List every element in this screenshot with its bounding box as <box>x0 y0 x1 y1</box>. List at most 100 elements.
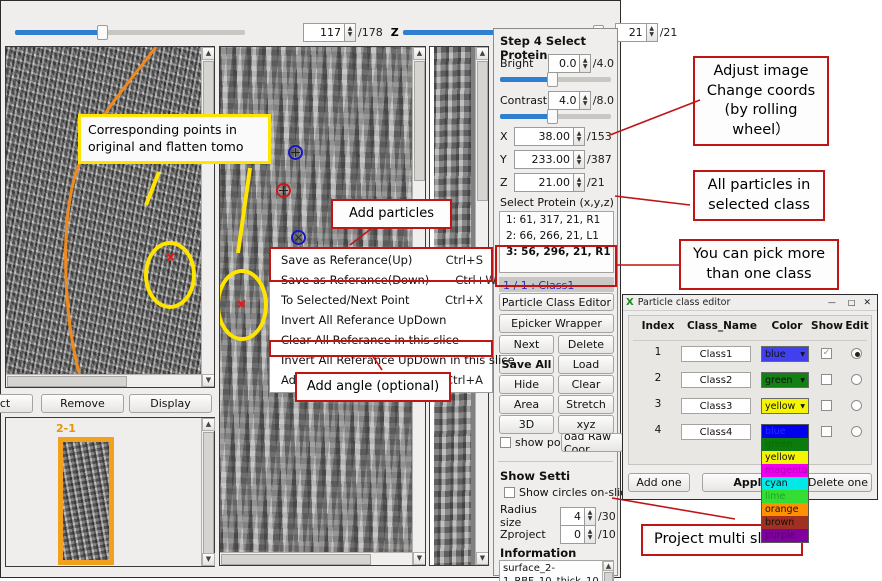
particle-thumbnail-strip[interactable]: 2-1 ▲ ▼ <box>5 417 215 567</box>
color-select[interactable]: green ▼ <box>761 372 809 388</box>
color-select[interactable]: yellow ▼ <box>761 398 809 414</box>
hide-button[interactable]: Hide <box>499 375 554 394</box>
bright-slider[interactable] <box>500 72 611 87</box>
dropdown-option[interactable]: yellow <box>762 451 808 464</box>
dropdown-option[interactable]: blue <box>762 425 808 438</box>
edit-radio[interactable] <box>851 374 862 385</box>
thumbnail-strip-vscrollbar[interactable]: ▲ ▼ <box>201 418 215 566</box>
particle-marker-blue-cross[interactable] <box>291 230 306 245</box>
particle-class-editor-button[interactable]: Particle Class Editor <box>499 293 614 311</box>
y-spinner[interactable]: ▲ ▼ <box>574 150 585 169</box>
table-row: 3 Class3 yellow ▼ <box>629 398 871 420</box>
slice-spinner[interactable]: ▲ ▼ <box>345 22 356 42</box>
edit-radio[interactable] <box>851 426 862 437</box>
next-button[interactable]: Next <box>499 335 554 354</box>
show-point-checkbox[interactable] <box>500 437 511 448</box>
clear-button[interactable]: Clear <box>558 375 614 394</box>
color-label: green <box>765 374 793 386</box>
flattened-view-hscrollbar[interactable] <box>220 552 412 565</box>
class-name-input[interactable]: Class1 <box>681 346 751 362</box>
contrast-spinner[interactable]: ▲ ▼ <box>580 91 591 110</box>
slice-value-input[interactable]: 117 <box>303 22 345 42</box>
menu-item-invert-slice[interactable]: Invert All Referance UpDown in this slic… <box>270 350 515 370</box>
particle-class-editor-dialog[interactable]: X Particle class editor — □ ✕ Index Clas… <box>622 294 878 543</box>
dialog-titlebar[interactable]: X Particle class editor — □ ✕ <box>623 295 877 311</box>
radius-size-input[interactable]: 4 <box>560 506 585 526</box>
bright-label: Bright <box>500 57 534 70</box>
information-vscrollbar[interactable]: ▲ ▼ <box>602 561 613 581</box>
threed-button[interactable]: 3D <box>499 415 554 434</box>
information-textbox[interactable]: surface_2-1_RBF_10_thick_10_result.mrc m… <box>499 560 614 581</box>
dropdown-option[interactable]: green <box>762 438 808 451</box>
show-checkbox[interactable]: ✓ <box>821 348 832 359</box>
list-item[interactable]: 1: 61, 317, 21, R1 <box>500 212 613 228</box>
stretch-button[interactable]: Stretch <box>558 395 614 414</box>
menu-item-to-next-point[interactable]: To Selected/Next Point Ctrl+X <box>270 290 492 310</box>
contrast-slider[interactable] <box>500 109 611 124</box>
menu-item-save-up[interactable]: Save as Referance(Up) Ctrl+S <box>270 250 492 270</box>
load-raw-coord-button[interactable]: oad Raw Coor <box>561 433 623 452</box>
contrast-input[interactable]: 4.0 <box>548 91 581 110</box>
radius-size-spinner[interactable]: ▲ ▼ <box>585 506 596 526</box>
class-name-input[interactable]: Class2 <box>681 372 751 388</box>
delete-button[interactable]: Delete <box>558 335 614 354</box>
epicker-wrapper-button[interactable]: Epicker Wrapper <box>499 314 614 333</box>
zproject-input[interactable]: 0 <box>560 525 585 544</box>
add-one-button[interactable]: Add one <box>628 473 690 492</box>
thumbnail-group-label: 2-1 <box>56 422 76 435</box>
selected-class-display[interactable]: 1 / 1 : Class1 <box>499 277 614 292</box>
particle-marker-blue-plus-1[interactable] <box>288 145 303 160</box>
close-icon[interactable]: ✕ <box>861 298 877 308</box>
chevron-down-icon: ▼ <box>800 376 805 384</box>
color-select[interactable]: blue ▼ <box>761 346 809 362</box>
x-input[interactable]: 38.00 <box>514 127 574 146</box>
edit-radio[interactable] <box>851 400 862 411</box>
dropdown-option[interactable]: purple <box>762 529 808 542</box>
show-checkbox[interactable] <box>821 426 832 437</box>
thumbnail-tile[interactable] <box>58 437 114 565</box>
slice-slider-track[interactable] <box>15 24 245 40</box>
z-coord-spinner[interactable]: ▲ ▼ <box>574 173 585 192</box>
delete-one-button[interactable]: Delete one <box>804 473 872 492</box>
zproject-spinner[interactable]: ▲ ▼ <box>585 525 596 544</box>
maximize-icon[interactable]: □ <box>842 298 862 307</box>
menu-item-clear-slice[interactable]: Clear All Referance in this slice <box>270 330 492 350</box>
show-checkbox[interactable] <box>821 374 832 385</box>
select-button-partial[interactable]: ct <box>0 394 33 413</box>
show-checkbox[interactable] <box>821 400 832 411</box>
z-value-input[interactable]: 21 <box>614 22 647 42</box>
color-label: yellow <box>765 400 796 412</box>
protein-list[interactable]: 1: 61, 317, 21, R1 2: 66, 266, 21, L1 3:… <box>499 211 614 273</box>
area-button[interactable]: Area <box>499 395 554 414</box>
z-coord-input[interactable]: 21.00 <box>514 173 574 192</box>
menu-item-invert-all[interactable]: Invert All Referance UpDown <box>270 310 492 330</box>
display-button[interactable]: Display <box>129 394 212 413</box>
dropdown-option[interactable]: lime <box>762 490 808 503</box>
dropdown-option[interactable]: brown <box>762 516 808 529</box>
dropdown-option[interactable]: orange <box>762 503 808 516</box>
show-circles-checkbox[interactable] <box>504 487 515 498</box>
particle-marker-red-plus[interactable] <box>276 183 291 198</box>
xyz-button[interactable]: xyz <box>558 415 614 434</box>
original-view-hscrollbar[interactable] <box>6 374 201 387</box>
class-name-input[interactable]: Class4 <box>681 424 751 440</box>
list-item[interactable]: 3: 56, 296, 21, R1 <box>500 244 613 260</box>
bright-spinner[interactable]: ▲ ▼ <box>580 54 591 73</box>
remove-button[interactable]: Remove <box>41 394 124 413</box>
y-input[interactable]: 233.00 <box>514 150 574 169</box>
bright-input[interactable]: 0.0 <box>548 54 581 73</box>
minimize-icon[interactable]: — <box>822 298 842 307</box>
original-tomogram-view[interactable]: ▲ ▼ <box>5 46 215 388</box>
x-spinner[interactable]: ▲ ▼ <box>574 127 585 146</box>
menu-item-save-down[interactable]: Save as Referance(Down) Ctrl+W <box>270 270 497 290</box>
color-dropdown-open[interactable]: blue green yellow magenta cyan lime oran… <box>761 424 809 543</box>
load-button[interactable]: Load <box>558 355 614 374</box>
dropdown-option[interactable]: cyan <box>762 477 808 490</box>
original-view-vscrollbar[interactable]: ▲ ▼ <box>201 47 214 387</box>
dropdown-option[interactable]: magenta <box>762 464 808 477</box>
z-spinner[interactable]: ▲ ▼ <box>646 22 658 42</box>
list-item[interactable]: 2: 66, 266, 21, L1 <box>500 228 613 244</box>
class-name-input[interactable]: Class3 <box>681 398 751 414</box>
slice-slider-group[interactable]: 117 ▲ ▼ /178 <box>15 22 383 42</box>
edit-radio[interactable] <box>851 348 862 359</box>
